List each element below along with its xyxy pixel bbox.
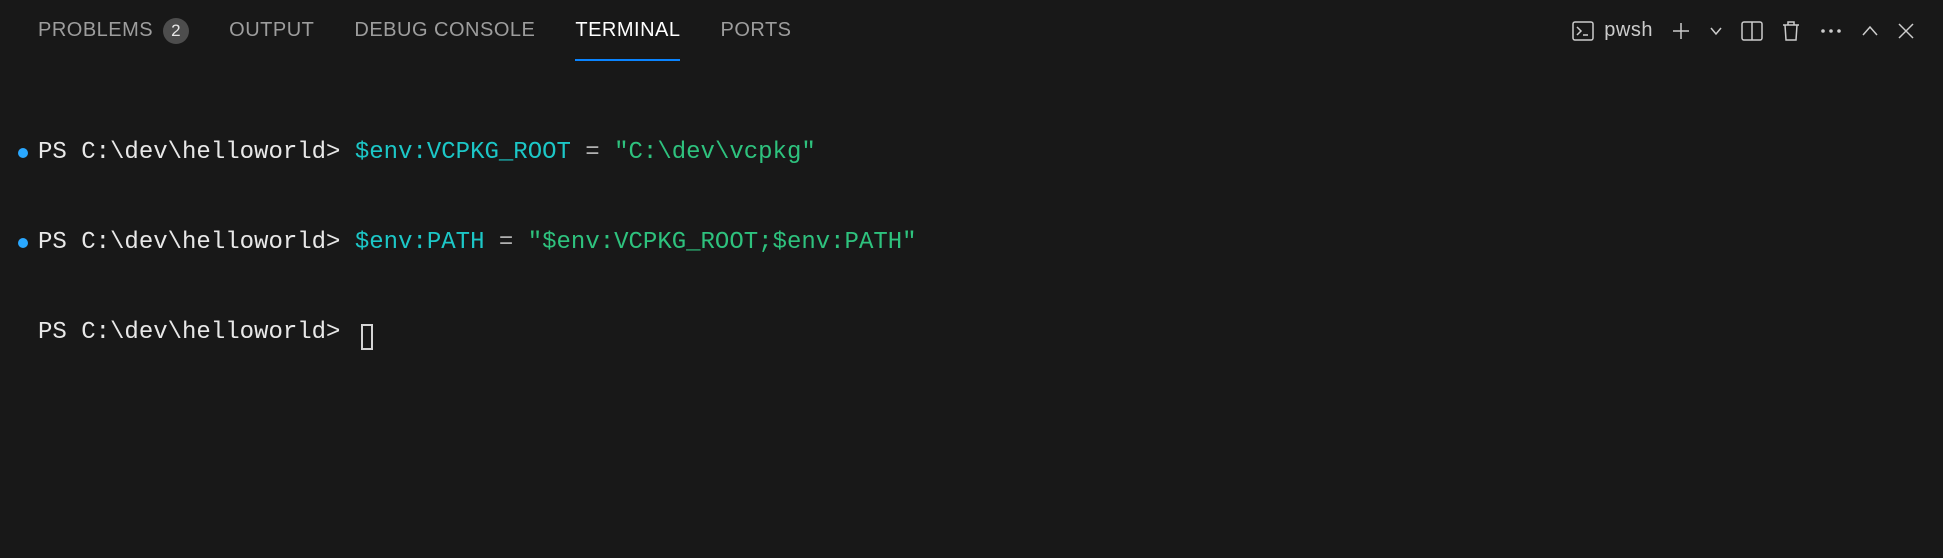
command-variable: $env:PATH bbox=[355, 228, 485, 258]
line-marker-icon bbox=[18, 238, 28, 248]
tab-label: OUTPUT bbox=[229, 19, 314, 42]
terminal-icon bbox=[1572, 21, 1594, 41]
trash-icon bbox=[1781, 20, 1801, 42]
line-marker-icon bbox=[18, 148, 28, 158]
prompt: PS C:\dev\helloworld> bbox=[38, 318, 355, 348]
close-icon bbox=[1897, 22, 1915, 40]
terminal-line: PS C:\dev\helloworld> bbox=[18, 318, 1943, 348]
tab-label: PROBLEMS bbox=[38, 19, 153, 42]
command-string: "$env:VCPKG_ROOT;$env:PATH" bbox=[528, 228, 917, 258]
tab-output[interactable]: OUTPUT bbox=[229, 0, 314, 61]
command-variable: $env:VCPKG_ROOT bbox=[355, 138, 571, 168]
tab-label: DEBUG CONSOLE bbox=[354, 19, 535, 42]
new-terminal-dropdown[interactable] bbox=[1709, 24, 1723, 38]
chevron-up-icon bbox=[1861, 24, 1879, 38]
split-icon bbox=[1741, 21, 1763, 41]
chevron-down-icon bbox=[1709, 24, 1723, 38]
problems-badge: 2 bbox=[163, 18, 189, 44]
bottom-panel: PROBLEMS 2 OUTPUT DEBUG CONSOLE TERMINAL… bbox=[0, 0, 1943, 558]
prompt: PS C:\dev\helloworld> bbox=[38, 138, 355, 168]
tab-ports[interactable]: PORTS bbox=[720, 0, 791, 61]
command-operator: = bbox=[484, 228, 527, 258]
terminal-shell-selector[interactable]: pwsh bbox=[1572, 19, 1653, 42]
tab-problems[interactable]: PROBLEMS 2 bbox=[38, 0, 189, 61]
prompt: PS C:\dev\helloworld> bbox=[38, 228, 355, 258]
command-string: "C:\dev\vcpkg" bbox=[614, 138, 816, 168]
kill-terminal-button[interactable] bbox=[1781, 20, 1801, 42]
shell-name: pwsh bbox=[1604, 19, 1653, 42]
split-terminal-button[interactable] bbox=[1741, 21, 1763, 41]
ellipsis-icon bbox=[1819, 27, 1843, 35]
panel-tab-bar: PROBLEMS 2 OUTPUT DEBUG CONSOLE TERMINAL… bbox=[0, 0, 1943, 62]
panel-tabs: PROBLEMS 2 OUTPUT DEBUG CONSOLE TERMINAL… bbox=[38, 0, 792, 61]
tab-label: PORTS bbox=[720, 19, 791, 42]
plus-icon bbox=[1671, 21, 1691, 41]
terminal-view[interactable]: PS C:\dev\helloworld> $env:VCPKG_ROOT = … bbox=[0, 62, 1943, 558]
terminal-line: PS C:\dev\helloworld> $env:VCPKG_ROOT = … bbox=[18, 138, 1943, 168]
cursor-icon bbox=[361, 324, 373, 350]
tab-label: TERMINAL bbox=[575, 19, 680, 42]
tab-terminal[interactable]: TERMINAL bbox=[575, 0, 680, 61]
new-terminal-button[interactable] bbox=[1671, 21, 1691, 41]
close-panel-button[interactable] bbox=[1897, 22, 1915, 40]
terminal-line: PS C:\dev\helloworld> $env:PATH = "$env:… bbox=[18, 228, 1943, 258]
tab-debug-console[interactable]: DEBUG CONSOLE bbox=[354, 0, 535, 61]
terminal-actions: pwsh bbox=[1572, 19, 1915, 42]
maximize-panel-button[interactable] bbox=[1861, 24, 1879, 38]
more-actions-button[interactable] bbox=[1819, 27, 1843, 35]
command-operator: = bbox=[571, 138, 614, 168]
